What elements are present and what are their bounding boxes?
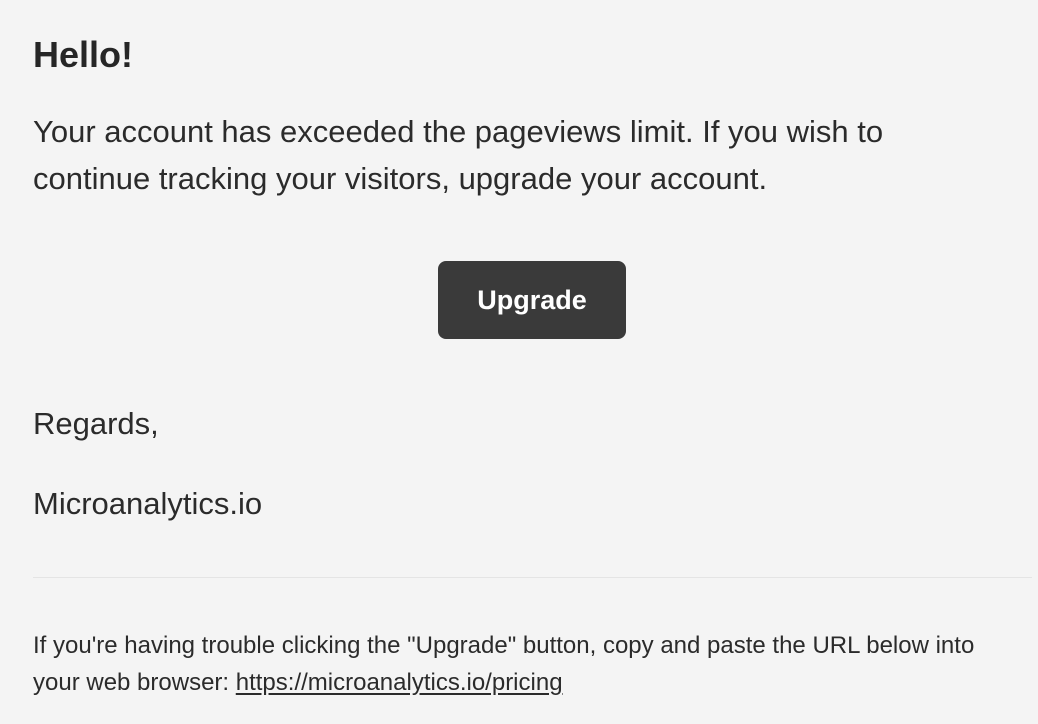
subcopy-paragraph: If you're having trouble clicking the "U… — [33, 627, 1023, 701]
upgrade-button[interactable]: Upgrade — [438, 261, 626, 339]
intro-paragraph: Your account has exceeded the pageviews … — [33, 114, 884, 196]
salutation-text: Regards, — [33, 406, 159, 441]
signature-text: Microanalytics.io — [33, 486, 263, 521]
email-body: Hello! Your account has exceeded the pag… — [0, 0, 1038, 724]
divider — [33, 577, 1032, 578]
greeting-heading: Hello! — [33, 34, 134, 75]
pricing-link[interactable]: https://microanalytics.io/pricing — [236, 669, 563, 696]
action-container: Upgrade — [438, 261, 626, 339]
